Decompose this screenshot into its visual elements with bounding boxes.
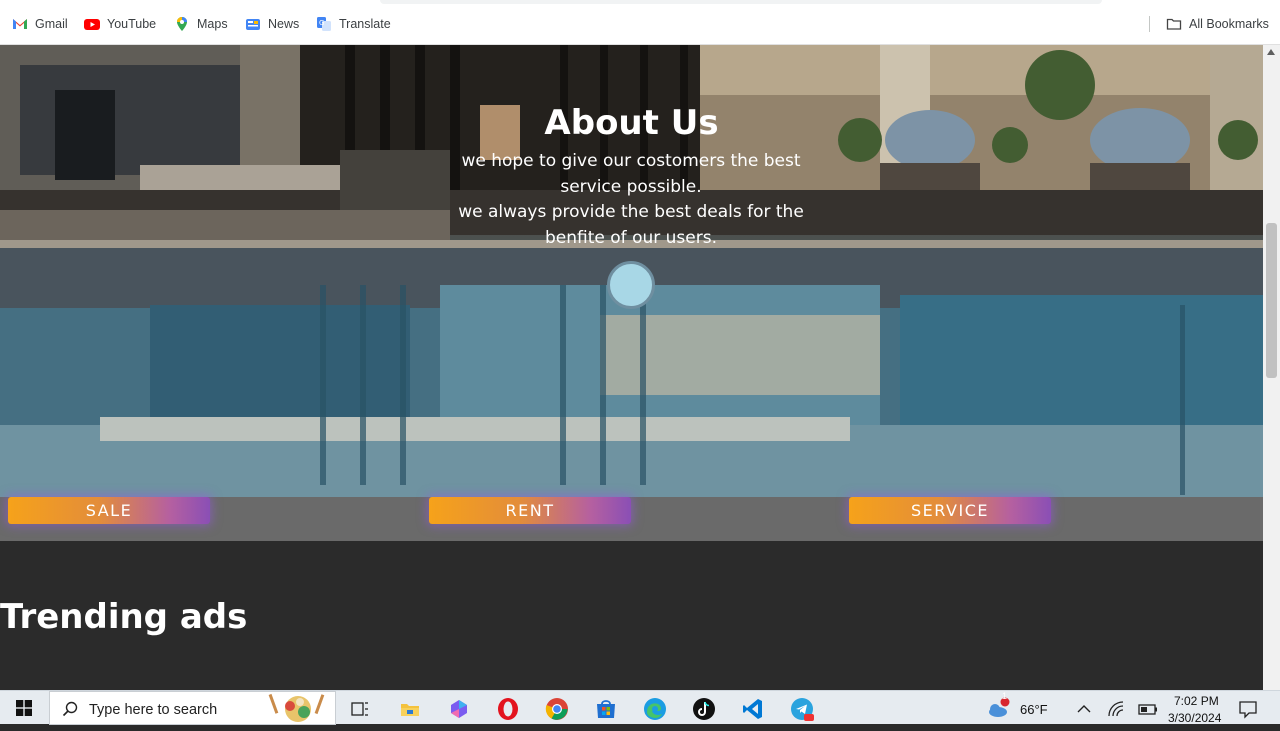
- bookmarks-bar: Gmail YouTube Maps News G Translate All …: [0, 0, 1280, 45]
- microsoft-store-icon[interactable]: [594, 697, 618, 721]
- chrome-icon[interactable]: [545, 697, 569, 721]
- file-explorer-icon[interactable]: [398, 697, 422, 721]
- taskbar-search-box[interactable]: Type here to search: [49, 691, 336, 725]
- clock-date[interactable]: 3/30/2024: [1168, 711, 1221, 725]
- search-icon: [62, 701, 78, 722]
- wifi-icon[interactable]: [1105, 697, 1129, 721]
- gmail-icon: [12, 16, 28, 32]
- rent-button[interactable]: RENT: [429, 497, 631, 524]
- category-buttons-strip: SALE RENT SERVICE: [0, 497, 1263, 541]
- about-us-line-1: we hope to give our costomers the best s…: [461, 151, 801, 197]
- windows-start-icon[interactable]: [16, 700, 32, 716]
- chevron-up-icon[interactable]: [1072, 697, 1096, 721]
- all-bookmarks-label: All Bookmarks: [1189, 17, 1269, 31]
- bookmark-label: Translate: [339, 17, 391, 31]
- youtube-icon: [84, 16, 100, 32]
- scroll-up-arrow-icon[interactable]: [1267, 49, 1275, 55]
- weather-temperature[interactable]: 66°F: [1020, 702, 1048, 717]
- about-us-description: we hope to give our costomers the best s…: [431, 149, 831, 251]
- edge-icon[interactable]: [643, 697, 667, 721]
- vscode-icon[interactable]: [741, 697, 765, 721]
- clock-time[interactable]: 7:02 PM: [1174, 694, 1219, 708]
- battery-icon[interactable]: [1136, 697, 1160, 721]
- trending-ads-title: Trending ads: [0, 597, 248, 637]
- telegram-icon[interactable]: [790, 697, 814, 721]
- bookmark-label: Maps: [197, 17, 228, 31]
- opera-icon[interactable]: [496, 697, 520, 721]
- trending-section: Trending ads: [0, 541, 1263, 690]
- notifications-icon[interactable]: [1236, 697, 1260, 721]
- service-button[interactable]: SERVICE: [849, 497, 1051, 524]
- page-scrollbar[interactable]: [1263, 45, 1280, 690]
- weather-badge: 1: [1002, 691, 1008, 701]
- bookmark-label: Gmail: [35, 17, 68, 31]
- scroll-thumb[interactable]: [1266, 223, 1277, 378]
- bookmarks-separator: [1149, 16, 1150, 32]
- news-icon: [245, 16, 261, 32]
- hero-section: About Us we hope to give our costomers t…: [0, 45, 1263, 497]
- about-us-line-2: we always provide the best deals for the…: [458, 202, 804, 248]
- address-bar-edge: [380, 0, 1102, 4]
- maps-icon: [174, 16, 190, 32]
- tiktok-icon[interactable]: [692, 697, 716, 721]
- sale-button[interactable]: SALE: [8, 497, 210, 524]
- task-view-icon[interactable]: [348, 697, 372, 721]
- copilot-icon[interactable]: [447, 697, 471, 721]
- about-us-title: About Us: [544, 103, 719, 143]
- bookmark-maps[interactable]: Maps: [174, 14, 228, 34]
- folder-icon: [1166, 16, 1182, 32]
- all-bookmarks-button[interactable]: All Bookmarks: [1166, 14, 1269, 34]
- bookmark-translate[interactable]: G Translate: [316, 14, 391, 34]
- search-placeholder: Type here to search: [89, 702, 218, 718]
- translate-icon: G: [316, 16, 332, 32]
- bookmark-news[interactable]: News: [245, 14, 299, 34]
- cursor-highlight: [607, 261, 655, 309]
- search-highlight-icon: [260, 692, 336, 731]
- bookmark-gmail[interactable]: Gmail: [12, 14, 68, 34]
- svg-text:G: G: [319, 19, 324, 27]
- bookmark-label: News: [268, 17, 300, 31]
- windows-taskbar: Type here to search 1 66°F 7:02 PM 3/30/…: [0, 690, 1280, 725]
- bookmark-label: YouTube: [107, 17, 157, 31]
- bookmark-youtube[interactable]: YouTube: [84, 14, 156, 34]
